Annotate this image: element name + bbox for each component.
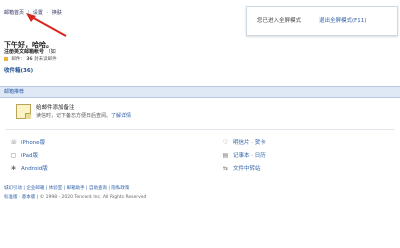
tablet-icon: ▢ xyxy=(10,152,17,159)
footer-copyright: 标准版 · 基本版 | © 1998 - 2020 Tencent Inc. A… xyxy=(4,194,146,200)
register-english-account: 注册英文邮箱帐号 （如 xyxy=(4,48,56,55)
app-link-notebook[interactable]: ▤ 记事本 · 日历 xyxy=(222,152,266,160)
change-skin-link[interactable]: 换肤 xyxy=(52,10,62,16)
learn-more-link[interactable]: 了解详情 xyxy=(111,113,131,119)
app-link-postcard[interactable]: ♡ 明信片 · 贺卡 xyxy=(222,139,266,147)
divider xyxy=(6,129,394,130)
version-switch-links[interactable]: 标准版 · 基本版 xyxy=(4,195,35,200)
transfer-icon: ⇆ xyxy=(222,165,229,172)
mail-icon xyxy=(4,56,8,61)
app-label: 记事本 · 日历 xyxy=(233,153,266,159)
mail-note-promo: 给邮件添加备注 读信时，记下备忘方便日后查阅。了解详情 xyxy=(6,102,396,124)
app-link-file-transfer[interactable]: ⇆ 文件中转站 xyxy=(222,165,261,173)
register-link[interactable]: 注册英文邮箱帐号 xyxy=(4,49,44,55)
promo-desc-text: 读信时，记下备忘方便日后查阅。 xyxy=(36,113,112,119)
notebook-icon: ▤ xyxy=(222,152,229,159)
app-link-android[interactable]: ✱ Android版 xyxy=(10,165,48,173)
android-icon: ✱ xyxy=(10,165,17,172)
exit-fullscreen-link[interactable]: 退出全屏模式(F11) xyxy=(319,7,366,35)
promo-description: 读信时，记下备忘方便日后查阅。了解详情 xyxy=(36,112,131,119)
heart-icon: ♡ xyxy=(222,139,229,146)
top-nav-links: 邮箱首页 | 设置 - 换肤 xyxy=(4,9,64,16)
fullscreen-banner: 您已进入全屏模式 退出全屏模式(F11) xyxy=(246,6,398,36)
register-example: （如 xyxy=(45,49,56,55)
app-link-iphone[interactable]: ☏ iPhone版 xyxy=(10,139,45,147)
recommend-title: 邮箱推荐 xyxy=(4,89,25,95)
app-label: 文件中转站 xyxy=(233,166,261,172)
settings-link[interactable]: 设置 xyxy=(33,10,43,16)
unread-suffix: 封未读邮件 xyxy=(34,57,57,62)
mail-label: 邮件： xyxy=(11,57,25,62)
app-link-ipad[interactable]: ▢ iPad版 xyxy=(10,152,38,160)
app-label: iPad版 xyxy=(21,153,38,159)
app-label: 明信片 · 贺卡 xyxy=(233,140,266,146)
app-label: iPhone版 xyxy=(21,140,46,146)
separator: - xyxy=(46,10,49,16)
mailbox-home-link[interactable]: 邮箱首页 xyxy=(4,10,24,16)
separator: | xyxy=(27,10,30,16)
sticky-note-icon xyxy=(16,104,31,119)
copyright-text: | © 1998 - 2020 Tencent Inc. All Rights … xyxy=(35,195,147,200)
mail-status: 邮件： 36 封未读邮件 xyxy=(4,56,57,62)
phone-icon: ☏ xyxy=(10,139,18,146)
recommend-section-header: 邮箱推荐 xyxy=(0,86,400,98)
annotation-arrow-icon xyxy=(26,13,67,37)
fullscreen-message: 您已进入全屏模式 xyxy=(257,18,302,24)
app-label: Android版 xyxy=(21,166,48,172)
unread-count[interactable]: 36 xyxy=(26,57,32,62)
promo-title: 给邮件添加备注 xyxy=(36,105,75,111)
inbox-link[interactable]: 收件箱(36) xyxy=(4,66,33,74)
footer-links[interactable]: 城幻引动 | 企业邮箱 | 体验室 | 邮箱助手 | 自助查询 | 隐私政策 xyxy=(4,185,129,191)
